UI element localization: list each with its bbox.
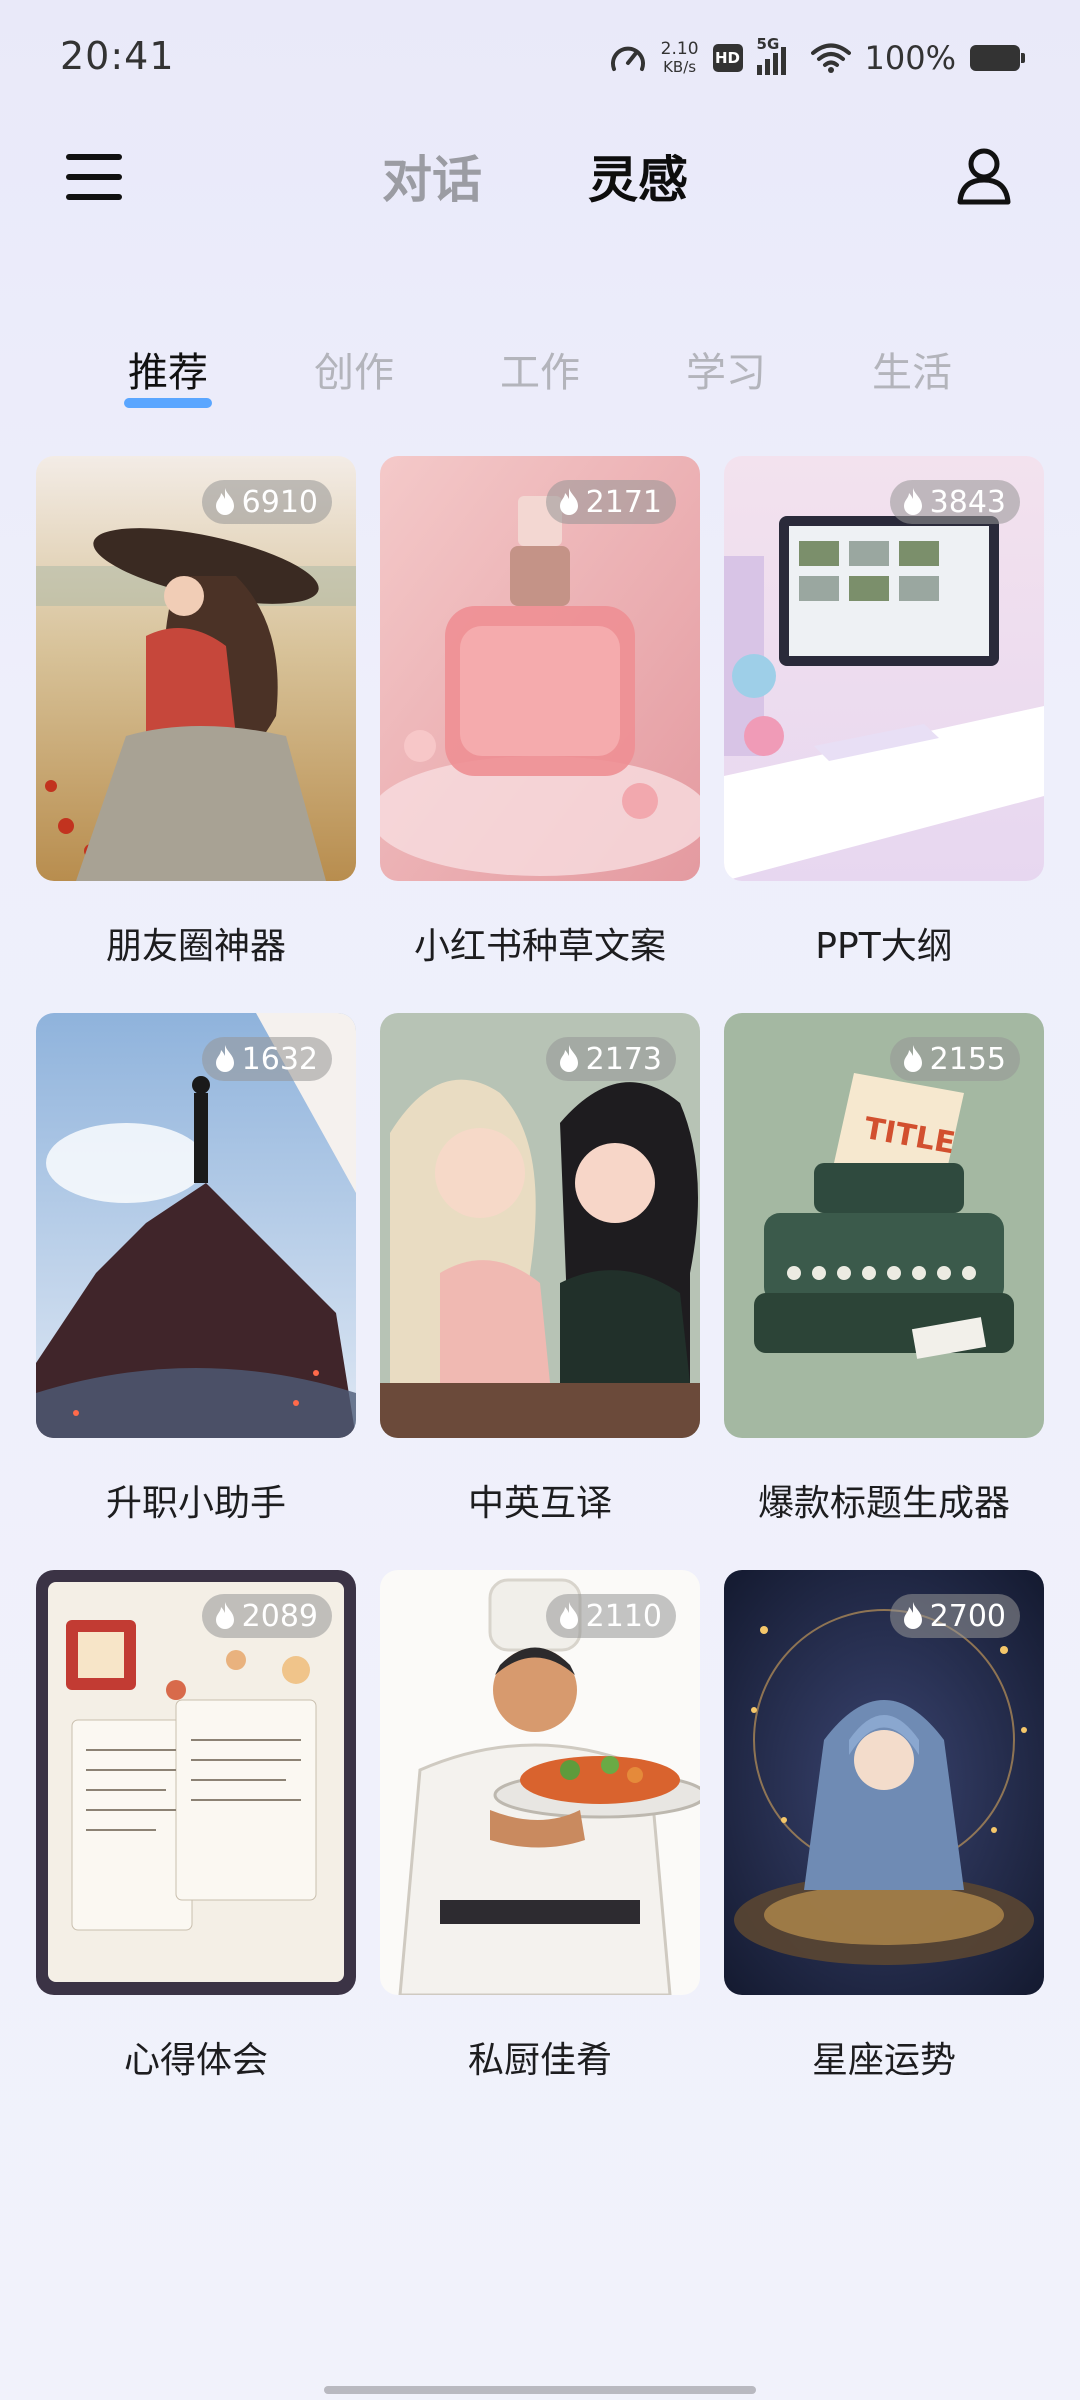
popularity-count: 1632 [241,1041,318,1077]
tab-creation[interactable]: 创作 [294,340,414,398]
card-image-two-girls: 2173 [380,1013,700,1438]
top-header: 对话 灵感 [0,130,1080,230]
popularity-count: 2089 [241,1598,318,1634]
flame-icon [903,1045,922,1072]
tab-recommended[interactable]: 推荐 [108,340,228,398]
card-private-chef[interactable]: 2110 私厨佳肴 [380,1570,700,2083]
popularity-count: 3843 [929,484,1006,520]
flame-icon [215,1602,234,1629]
network-type: 5G [756,35,780,53]
popularity-badge: 2155 [889,1037,1020,1081]
popularity-count: 2171 [585,484,662,520]
tab-study[interactable]: 学习 [666,340,786,398]
flame-icon [215,488,234,515]
menu-button[interactable] [66,150,124,206]
popularity-count: 2700 [929,1598,1006,1634]
popularity-badge: 2110 [545,1594,676,1638]
card-promotion-assistant[interactable]: 1632 升职小助手 [36,1013,356,1526]
flame-icon [903,488,922,515]
profile-icon[interactable] [952,144,1016,208]
card-title: 心得体会 [123,2040,268,2081]
popularity-count: 2110 [585,1598,662,1634]
active-tab-indicator [124,398,212,408]
popularity-badge: 2171 [545,480,676,524]
card-title: 私厨佳肴 [467,2040,612,2081]
flame-icon [903,1602,922,1629]
card-moments[interactable]: 6910 朋友圈神器 [36,456,356,969]
category-tabs: 推荐 创作 工作 学习 生活 [0,330,1080,410]
status-icons: 2.10 KB/s HD 5G 100% [609,35,1025,80]
card-title: 中英互译 [467,1483,612,1524]
popularity-badge: 6910 [201,480,332,524]
card-image-perfume-bottle: 2171 [380,456,700,881]
wifi-icon [810,43,851,73]
card-title: PPT大纲 [815,926,953,967]
tab-inspiration[interactable]: 灵感 [588,140,688,212]
tab-chat[interactable]: 对话 [382,140,482,212]
popularity-badge: 2173 [545,1037,676,1081]
battery-icon [970,45,1025,71]
card-title: 朋友圈神器 [105,926,286,967]
tab-life[interactable]: 生活 [852,340,972,398]
card-image-chef-with-dish: 2110 [380,1570,700,1995]
network-speed: 2.10 KB/s [661,41,699,75]
flame-icon [215,1045,234,1072]
card-title: 小红书种草文案 [413,926,666,967]
card-title: 升职小助手 [105,1483,286,1524]
popularity-count: 2173 [585,1041,662,1077]
network-speed-value: 2.10 [660,39,699,59]
status-bar: 20:41 2.10 KB/s HD 5G 100% [0,0,1080,120]
speedometer-icon [610,46,645,71]
popularity-badge: 3843 [889,480,1020,524]
popularity-badge: 2700 [889,1594,1020,1638]
popularity-badge: 2089 [201,1594,332,1638]
tab-work[interactable]: 工作 [480,340,600,398]
status-time: 20:41 [60,34,175,78]
card-image-typewriter: TITLE 2155 [724,1013,1044,1438]
popularity-count: 6910 [241,484,318,520]
menu-icon [66,154,122,160]
home-indicator[interactable] [324,2386,756,2394]
flame-icon [559,1602,578,1629]
card-translation[interactable]: 2173 中英互译 [380,1013,700,1526]
card-xiaohongshu-copy[interactable]: 2171 小红书种草文案 [380,456,700,969]
card-title: 星座运势 [811,2040,956,2081]
flame-icon [559,488,578,515]
card-reflections[interactable]: 2089 心得体会 [36,1570,356,2083]
battery-percent: 100% [864,39,956,77]
card-image-girl-in-field: 6910 [36,456,356,881]
popularity-count: 2155 [929,1041,1006,1077]
card-headline-generator[interactable]: TITLE 2155 爆款标题生成器 [724,1013,1044,1526]
popularity-badge: 1632 [201,1037,332,1081]
hd-icon: HD [712,44,743,72]
card-title: 爆款标题生成器 [757,1483,1010,1524]
card-image-zodiac-girl: 2700 [724,1570,1044,1995]
card-image-man-on-rock: 1632 [36,1013,356,1438]
card-horoscope[interactable]: 2700 星座运势 [724,1570,1044,2083]
card-image-computer-desk: 3843 [724,456,1044,881]
card-image-journal-notebook: 2089 [36,1570,356,1995]
card-ppt-outline[interactable]: 3843 PPT大纲 [724,456,1044,969]
network-speed-unit: KB/s [663,58,697,76]
flame-icon [559,1045,578,1072]
cellular-signal-icon: 5G [756,35,797,75]
